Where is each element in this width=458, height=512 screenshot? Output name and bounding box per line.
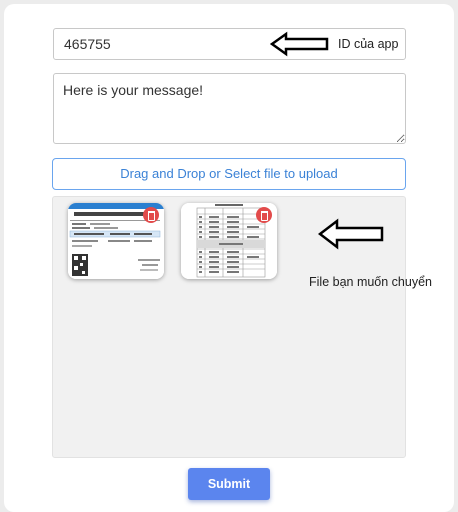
delete-file-2-button[interactable]	[256, 207, 272, 223]
id-annotation: ID của app	[338, 37, 399, 51]
delete-file-1-button[interactable]	[143, 207, 159, 223]
upload-button[interactable]: Drag and Drop or Select file to upload	[52, 158, 406, 190]
message-textarea[interactable]	[53, 73, 406, 144]
file-annotation: File bạn muốn chuyển	[309, 275, 432, 289]
left-arrow-icon	[318, 218, 386, 250]
left-arrow-icon	[270, 31, 330, 57]
submit-button[interactable]: Submit	[188, 468, 270, 500]
